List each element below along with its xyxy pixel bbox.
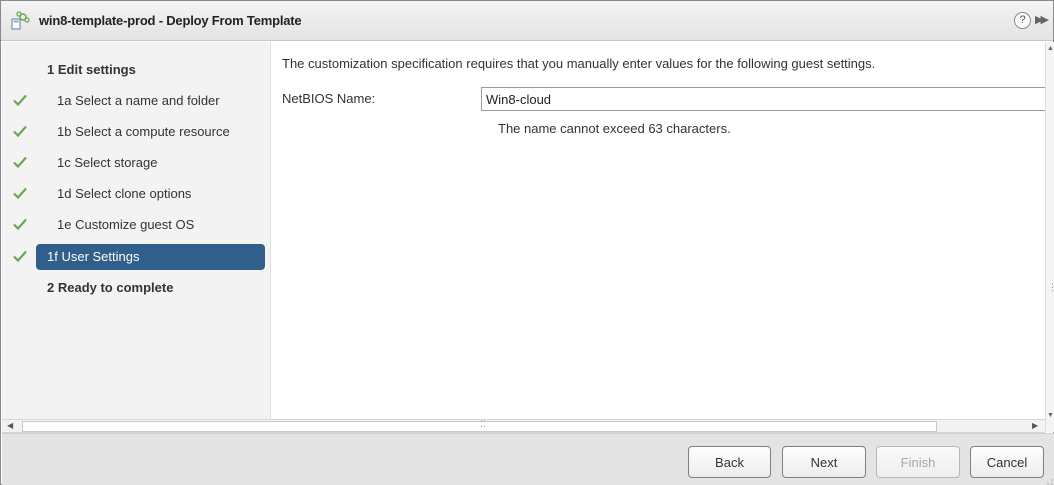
wizard-steps-nav: 1 Edit settings 1a Select a name and fol… [2, 42, 271, 419]
netbios-name-label: NetBIOS Name: [282, 91, 376, 106]
help-icon[interactable]: ? [1014, 12, 1031, 29]
deploy-from-template-dialog: win8-template-prod - Deploy From Templat… [0, 0, 1054, 485]
nav-item-customize-guest-os[interactable]: 1e Customize guest OS [2, 212, 271, 238]
nav-item-select-compute-resource[interactable]: 1b Select a compute resource [2, 119, 271, 145]
nav-item-user-settings[interactable]: 1f User Settings [2, 244, 271, 270]
dialog-footer: Back Next Finish Cancel [2, 433, 1054, 485]
nav-item-label: 1d Select clone options [57, 186, 192, 201]
scroll-grip-icon: ⋮ [1048, 282, 1054, 292]
checkmark-icon [13, 125, 27, 138]
nav-item-label: 1b Select a compute resource [57, 124, 230, 139]
nav-item-label: 1c Select storage [57, 155, 158, 170]
nav-item-select-storage[interactable]: 1c Select storage [2, 150, 271, 176]
step-edit-settings[interactable]: 1 Edit settings [47, 62, 136, 77]
next-button[interactable]: Next [782, 446, 866, 478]
netbios-hint-text: The name cannot exceed 63 characters. [498, 121, 731, 136]
template-deploy-icon [11, 11, 30, 30]
checkmark-icon [13, 187, 27, 200]
back-button[interactable]: Back [688, 446, 771, 478]
checkmark-icon [13, 250, 27, 263]
nav-item-select-clone-options[interactable]: 1d Select clone options [2, 181, 271, 207]
title-bar: win8-template-prod - Deploy From Templat… [1, 1, 1053, 41]
checkmark-icon [13, 156, 27, 169]
resize-grip-icon[interactable] [1046, 478, 1053, 485]
scroll-up-icon[interactable]: ▲ [1047, 45, 1054, 52]
user-settings-panel: The customization specification requires… [272, 42, 1045, 419]
nav-item-label: 1f User Settings [47, 249, 140, 264]
scroll-left-icon[interactable]: ◀ [7, 421, 13, 430]
nav-item-select-name-folder[interactable]: 1a Select a name and folder [2, 88, 271, 114]
cancel-button[interactable]: Cancel [970, 446, 1044, 478]
netbios-name-input[interactable] [481, 87, 1045, 111]
instructions-text: The customization specification requires… [282, 56, 876, 71]
finish-button: Finish [876, 446, 960, 478]
checkmark-icon [13, 94, 27, 107]
collapse-icon[interactable]: ▶▶ [1035, 13, 1049, 26]
nav-item-label: 1e Customize guest OS [57, 217, 195, 232]
scroll-grip-icon: ⁚⁚ [480, 419, 486, 429]
scroll-right-icon[interactable]: ▶ [1032, 421, 1038, 430]
dialog-title: win8-template-prod - Deploy From Templat… [39, 13, 302, 28]
vertical-scrollbar[interactable]: ▲ ⋮ ▼ [1045, 42, 1054, 432]
checkmark-icon [13, 218, 27, 231]
horizontal-scrollbar[interactable]: ◀ ⁚⁚ ▶ [2, 419, 1045, 433]
step-ready-to-complete[interactable]: 2 Ready to complete [47, 280, 173, 295]
nav-item-label: 1a Select a name and folder [57, 93, 220, 108]
scroll-down-icon[interactable]: ▼ [1047, 412, 1054, 419]
